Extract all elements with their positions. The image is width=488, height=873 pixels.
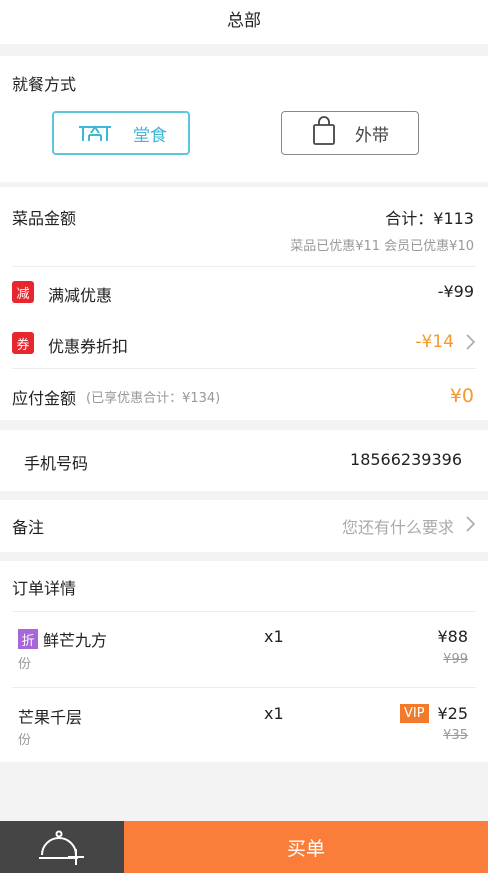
item-quantity: x1 (264, 627, 284, 646)
phone-row[interactable]: 手机号码 18566239396 (0, 430, 488, 491)
payable-label: 应付金额 (12, 389, 77, 408)
table-icon (75, 119, 115, 148)
item-unit: 份 (18, 657, 32, 672)
order-details-label: 订单详情 (12, 579, 77, 598)
order-details-section: 订单详情 折 鲜芒九方 份 x1 ¥88 ¥99 芒果千层 份 x1 VIP ¥… (0, 561, 488, 762)
discount-badge: 折 (18, 629, 38, 649)
vip-badge: VIP (400, 704, 429, 723)
reduction-badge: 减 (12, 281, 34, 303)
payable-value: ¥0 (449, 385, 474, 407)
dining-method-label: 就餐方式 (12, 75, 77, 94)
divider (12, 687, 476, 688)
item-original-price: ¥99 (443, 652, 468, 667)
dish-amount-label: 菜品金额 (12, 209, 77, 228)
phone-value[interactable]: 18566239396 (350, 450, 462, 469)
header-bar: 总部 (0, 0, 488, 44)
full-reduction-label: 满减优惠 (48, 286, 113, 305)
item-name: 鲜芒九方 (43, 631, 108, 650)
payable-note: (已享优惠合计：¥134) (86, 391, 221, 406)
dining-method-section: 就餐方式 堂食 外带 (0, 56, 488, 182)
chevron-right-icon[interactable] (464, 515, 476, 537)
chevron-right-icon[interactable] (464, 333, 476, 355)
coupon-label: 优惠券折扣 (48, 337, 129, 356)
item-price: ¥88 (437, 627, 468, 646)
bag-icon (311, 115, 337, 151)
coupon-value[interactable]: -¥14 (415, 332, 454, 352)
item-original-price: ¥35 (443, 728, 468, 743)
amount-section: 菜品金额 合计：¥113 菜品已优惠¥11 会员已优惠¥10 减 满减优惠 -¥… (0, 187, 488, 420)
full-reduction-value: -¥99 (437, 282, 474, 301)
total-amount: 合计：¥113 (385, 209, 474, 228)
divider (12, 368, 476, 369)
item-price: ¥25 (437, 704, 468, 723)
coupon-badge: 券 (12, 332, 34, 354)
phone-label: 手机号码 (24, 454, 89, 473)
takeaway-label: 外带 (355, 125, 389, 146)
checkout-button[interactable]: 买单 (124, 821, 488, 873)
service-bell-icon (38, 829, 84, 871)
divider (12, 611, 476, 612)
discount-summary: 菜品已优惠¥11 会员已优惠¥10 (290, 239, 474, 254)
item-unit: 份 (18, 733, 32, 748)
page-title: 总部 (227, 11, 261, 31)
dine-in-label: 堂食 (133, 125, 167, 146)
takeaway-button[interactable]: 外带 (281, 111, 419, 155)
note-label: 备注 (12, 518, 45, 537)
checkout-label: 买单 (286, 837, 325, 860)
item-name: 芒果千层 (18, 708, 83, 727)
service-button[interactable] (0, 821, 124, 873)
note-row[interactable]: 备注 您还有什么要求 (0, 500, 488, 552)
item-quantity: x1 (264, 704, 284, 723)
note-input[interactable]: 您还有什么要求 (342, 514, 454, 538)
divider (12, 266, 476, 267)
dine-in-button[interactable]: 堂食 (52, 111, 190, 155)
